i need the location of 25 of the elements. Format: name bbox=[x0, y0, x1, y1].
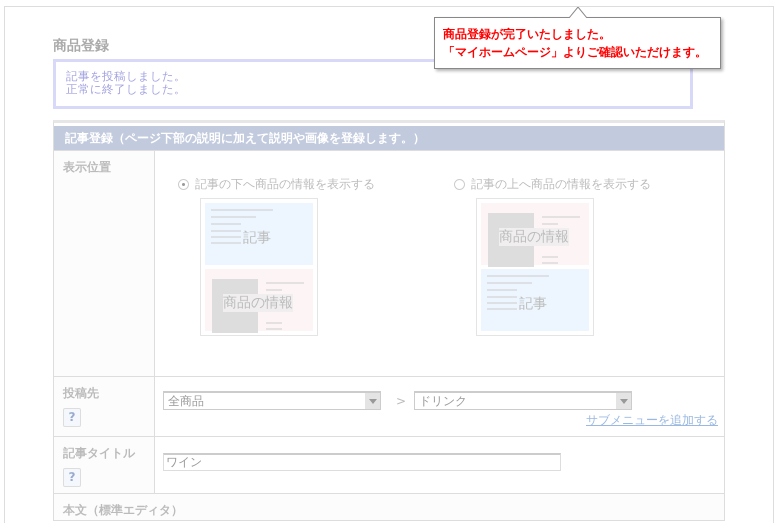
tooltip-text: 「マイホームページ」よりご確認いただけます。 bbox=[443, 44, 708, 61]
title-input[interactable]: ワイン bbox=[163, 453, 561, 471]
preview-label: 記事 bbox=[519, 295, 547, 313]
add-submenu-link[interactable]: サブメニューを追加する bbox=[586, 413, 718, 427]
category-dropdown[interactable]: 全商品 bbox=[163, 391, 381, 410]
help-button[interactable]: ? bbox=[63, 408, 81, 427]
message-text: 正常に終了しました。 bbox=[66, 83, 187, 96]
radio-button[interactable] bbox=[178, 179, 189, 190]
section-header: 記事登録（ページ下部の説明に加えて説明や画像を登録します。） bbox=[54, 126, 724, 150]
separator-text: > bbox=[396, 394, 406, 408]
row-label: 本文（標準エディタ） bbox=[63, 503, 183, 517]
option-label: 記事の下へ商品の情報を表示する bbox=[195, 176, 375, 193]
help-button[interactable]: ? bbox=[63, 468, 81, 487]
option-label: 記事の上へ商品の情報を表示する bbox=[471, 176, 651, 193]
row-label: 記事タイトル bbox=[63, 445, 136, 462]
dropdown-arrow-icon bbox=[620, 398, 628, 404]
page-title: 商品登録 bbox=[53, 37, 109, 55]
message-text: 記事を投稿しました。 bbox=[66, 70, 187, 83]
row-label: 表示位置 bbox=[63, 159, 112, 176]
subcategory-dropdown[interactable]: ドリンク bbox=[414, 391, 632, 410]
row-label: 投稿先 bbox=[63, 385, 100, 402]
dropdown-arrow-icon bbox=[368, 398, 376, 404]
preview-label: 記事 bbox=[243, 229, 271, 247]
radio-button[interactable] bbox=[454, 179, 465, 190]
tooltip-text: 商品登録が完了いたしました。 bbox=[443, 26, 612, 43]
